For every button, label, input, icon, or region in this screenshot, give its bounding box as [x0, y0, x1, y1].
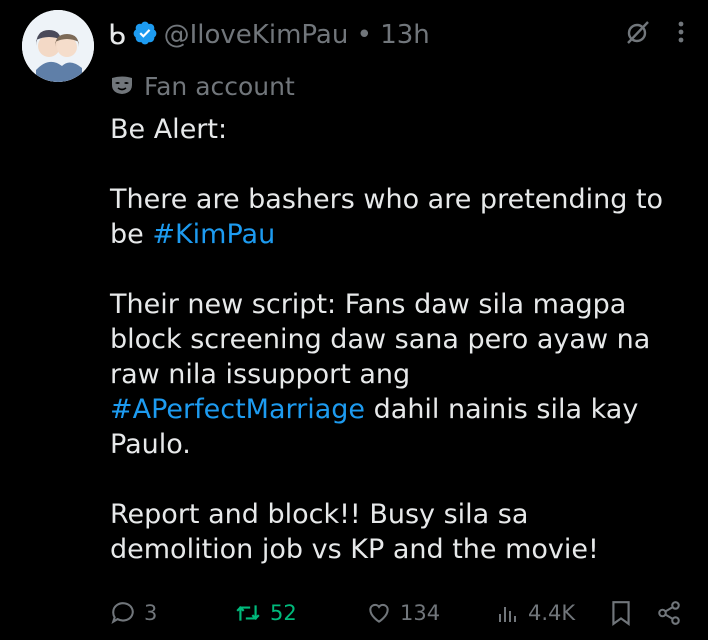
views-icon [496, 600, 520, 626]
fan-account-text: Fan account [144, 72, 295, 101]
tweet-line: Report and block!! Busy sila sa [110, 499, 529, 530]
tweet-line: Their new script: Fans daw sila magpa [110, 289, 627, 320]
tweet-text: Be Alert: There are bashers who are pret… [110, 112, 690, 567]
bookmark-button[interactable] [610, 600, 632, 626]
dot-separator: • [356, 20, 372, 50]
tweet-header: ᑲ @IloveKimPau • 13h [108, 16, 430, 54]
action-bar: 3 52 134 4.4K [110, 600, 690, 636]
like-button[interactable]: 134 [366, 600, 440, 626]
display-name[interactable]: ᑲ [108, 21, 126, 49]
like-icon [366, 600, 392, 626]
tweet-line: block screening daw sana pero ayaw na [110, 324, 651, 355]
share-button[interactable] [656, 600, 682, 626]
fan-account-label: Fan account [110, 72, 295, 101]
hashtag-link[interactable]: #KimPau [152, 219, 275, 250]
verified-badge-icon [132, 20, 158, 50]
repost-button[interactable]: 52 [234, 600, 297, 626]
tweet-line: Paulo. [110, 429, 191, 460]
handle-and-time[interactable]: @IloveKimPau • 13h [164, 20, 430, 50]
reply-count: 3 [144, 601, 158, 625]
top-actions [624, 18, 686, 50]
bookmark-icon [610, 600, 632, 626]
tweet-line: demolition job vs KP and the movie! [110, 534, 599, 565]
tweet-line: raw nila issupport ang [110, 359, 411, 390]
views-button[interactable]: 4.4K [496, 600, 575, 626]
grok-icon[interactable] [624, 18, 652, 50]
avatar[interactable] [22, 10, 94, 82]
repost-icon [234, 600, 262, 626]
like-count: 134 [400, 601, 441, 625]
reply-icon [110, 600, 136, 626]
hashtag-link[interactable]: #APerfectMarriage [110, 394, 365, 425]
more-icon[interactable] [676, 18, 686, 50]
repost-count: 52 [270, 601, 297, 625]
timestamp[interactable]: 13h [380, 20, 430, 50]
fan-account-mask-icon [110, 72, 134, 101]
tweet-line: Be Alert: [110, 114, 228, 145]
tweet-line: be #KimPau [110, 219, 276, 250]
tweet-line: There are bashers who are pretending to [110, 184, 664, 215]
tweet-line: #APerfectMarriage dahil nainis sila kay [110, 394, 639, 425]
user-handle[interactable]: @IloveKimPau [164, 20, 349, 50]
share-icon [656, 600, 682, 626]
views-count: 4.4K [528, 601, 576, 625]
reply-button[interactable]: 3 [110, 600, 157, 626]
